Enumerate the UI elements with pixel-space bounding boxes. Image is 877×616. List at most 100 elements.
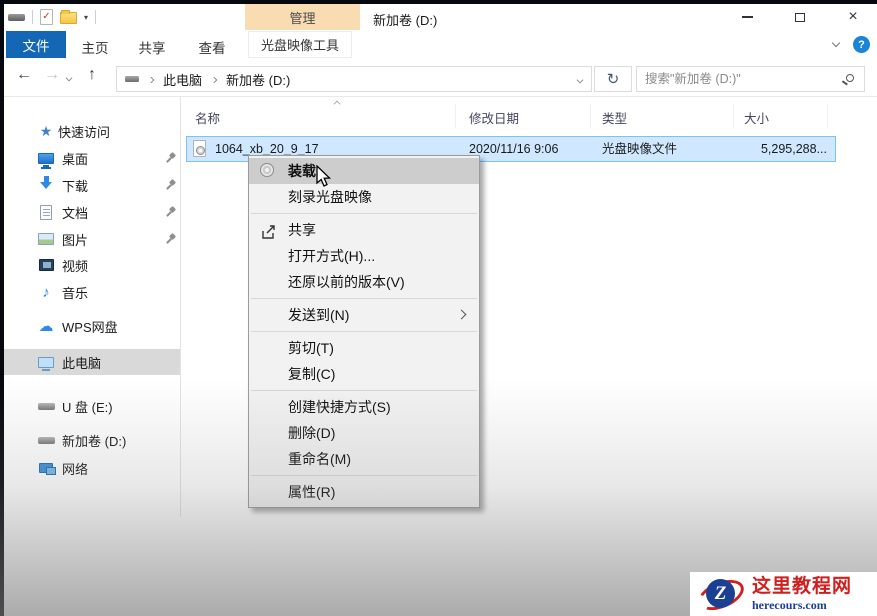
- properties-check-icon[interactable]: ✓: [40, 9, 53, 25]
- menu-item-label: 创建快捷方式(S): [288, 399, 391, 415]
- sidebar-item-label: 文档: [62, 203, 88, 222]
- pin-icon: [166, 234, 176, 244]
- maximize-icon: [795, 13, 805, 22]
- search-input[interactable]: [637, 67, 864, 91]
- menu-item-label: 打开方式(H)...: [288, 248, 375, 264]
- picture-icon: [38, 233, 54, 245]
- breadcrumb-separator-icon[interactable]: [211, 77, 217, 83]
- new-folder-icon[interactable]: [60, 12, 77, 24]
- download-icon: [40, 176, 52, 195]
- search-icon[interactable]: [846, 74, 854, 82]
- contextual-tab-group[interactable]: 管理: [245, 4, 360, 30]
- cloud-icon: ☁: [36, 317, 56, 335]
- menu-item-share[interactable]: 共享: [249, 217, 479, 243]
- contextual-tab-label: 管理: [289, 8, 315, 27]
- breadcrumb[interactable]: 此电脑 新加卷 (D:): [116, 66, 592, 92]
- pin-icon: [166, 153, 176, 163]
- menu-separator: [251, 390, 477, 391]
- pin-icon: [166, 180, 176, 190]
- sidebar-item-label: 桌面: [62, 149, 88, 168]
- network-icon: [39, 463, 53, 473]
- toolbar-divider: [95, 10, 96, 24]
- sidebar-item-pictures[interactable]: 图片: [4, 227, 180, 251]
- breadcrumb-this-pc[interactable]: 此电脑: [163, 70, 202, 89]
- menu-separator: [251, 331, 477, 332]
- tab-share[interactable]: 共享: [130, 37, 174, 57]
- menu-item-copy[interactable]: 复制(C): [249, 361, 479, 387]
- menu-item-rename[interactable]: 重命名(M): [249, 446, 479, 472]
- up-button[interactable]: ↑: [88, 66, 96, 84]
- menu-item-label: 发送到(N): [288, 307, 349, 323]
- context-menu: 装载 刻录光盘映像 共享 打开方式(H)... 还原以前的版本(V) 发送到(N…: [248, 155, 480, 508]
- breadcrumb-current-drive[interactable]: 新加卷 (D:): [226, 70, 290, 89]
- sidebar-item-label: 网络: [62, 459, 88, 478]
- screenshot-root: { "colors": { "accent_blue": "#1467b5", …: [0, 0, 877, 616]
- sidebar-item-usb-drive[interactable]: U 盘 (E:): [4, 394, 180, 418]
- sidebar-item-documents[interactable]: 文档: [4, 200, 180, 224]
- sidebar-item-music[interactable]: ♪ 音乐: [4, 280, 180, 304]
- sidebar-item-downloads[interactable]: 下载: [4, 173, 180, 197]
- maximize-button[interactable]: [780, 4, 820, 30]
- file-modified-date: 2020/11/16 9:06: [469, 137, 558, 161]
- menu-item-label: 剪切(T): [288, 340, 334, 356]
- refresh-icon: ↻: [607, 70, 620, 88]
- sidebar-item-label: WPS网盘: [62, 317, 118, 336]
- column-divider[interactable]: [827, 104, 828, 128]
- tab-file[interactable]: 文件: [6, 31, 66, 58]
- menu-item-cut[interactable]: 剪切(T): [249, 335, 479, 361]
- menu-item-delete[interactable]: 删除(D): [249, 420, 479, 446]
- menu-item-mount[interactable]: 装载: [249, 158, 479, 184]
- help-button[interactable]: ?: [853, 36, 870, 53]
- sidebar-item-network[interactable]: 网络: [4, 456, 180, 480]
- sidebar-item-label: U 盘 (E:): [62, 397, 113, 416]
- close-button[interactable]: ×: [833, 4, 873, 30]
- menu-item-send-to[interactable]: 发送到(N): [249, 302, 479, 328]
- sidebar-item-new-volume-d[interactable]: 新加卷 (D:): [4, 428, 180, 452]
- minimize-button[interactable]: [727, 4, 767, 30]
- sidebar-item-quick-access[interactable]: ★ 快速访问: [4, 119, 180, 143]
- column-divider[interactable]: [590, 104, 591, 128]
- drive-icon[interactable]: [8, 14, 25, 21]
- menu-item-label: 删除(D): [288, 425, 335, 441]
- star-icon: ★: [36, 123, 56, 140]
- sidebar-item-label: 新加卷 (D:): [62, 431, 126, 450]
- menu-item-burn-disc-image[interactable]: 刻录光盘映像: [249, 184, 479, 210]
- sidebar-item-label: 此电脑: [62, 353, 101, 372]
- column-divider[interactable]: [455, 104, 456, 128]
- tab-home[interactable]: 主页: [73, 37, 117, 57]
- computer-icon: [38, 357, 54, 368]
- file-type: 光盘映像文件: [602, 137, 677, 161]
- forward-button[interactable]: →: [44, 66, 60, 84]
- sidebar-item-this-pc[interactable]: 此电脑: [4, 349, 180, 375]
- quick-access-toolbar: ✓ ▾: [8, 8, 96, 26]
- breadcrumb-separator-icon[interactable]: [148, 77, 154, 83]
- column-header-modified[interactable]: 修改日期: [469, 108, 519, 127]
- menu-item-label: 属性(R): [288, 484, 335, 500]
- menu-separator: [251, 213, 477, 214]
- menu-item-label: 刻录光盘映像: [288, 189, 372, 205]
- menu-item-open-with[interactable]: 打开方式(H)...: [249, 243, 479, 269]
- menu-item-create-shortcut[interactable]: 创建快捷方式(S): [249, 394, 479, 420]
- tab-view[interactable]: 查看: [190, 37, 234, 57]
- column-header-size[interactable]: 大小: [744, 108, 769, 127]
- sidebar-item-desktop[interactable]: 桌面: [4, 146, 180, 170]
- refresh-button[interactable]: ↻: [594, 66, 632, 92]
- column-header-type[interactable]: 类型: [602, 108, 627, 127]
- tab-disc-image-tools-label: 光盘映像工具: [261, 35, 339, 54]
- menu-item-label: 复制(C): [288, 366, 335, 382]
- back-button[interactable]: ←: [16, 66, 32, 84]
- sidebar-item-label: 视频: [62, 256, 88, 275]
- address-dropdown-icon[interactable]: [577, 77, 584, 84]
- toolbar-divider: [32, 10, 33, 24]
- customize-toolbar-icon[interactable]: ▾: [84, 13, 88, 22]
- tab-disc-image-tools[interactable]: 光盘映像工具: [248, 31, 352, 58]
- sidebar-item-wps-cloud[interactable]: ☁ WPS网盘: [4, 314, 180, 338]
- menu-item-properties[interactable]: 属性(R): [249, 479, 479, 505]
- menu-item-label: 还原以前的版本(V): [288, 274, 405, 290]
- menu-item-restore-previous-versions[interactable]: 还原以前的版本(V): [249, 269, 479, 295]
- location-drive-icon: [125, 76, 139, 82]
- sidebar-item-label: 快速访问: [58, 122, 110, 141]
- column-header-name[interactable]: 名称: [195, 108, 220, 127]
- column-divider[interactable]: [733, 104, 734, 128]
- sidebar-item-videos[interactable]: 视频: [4, 253, 180, 277]
